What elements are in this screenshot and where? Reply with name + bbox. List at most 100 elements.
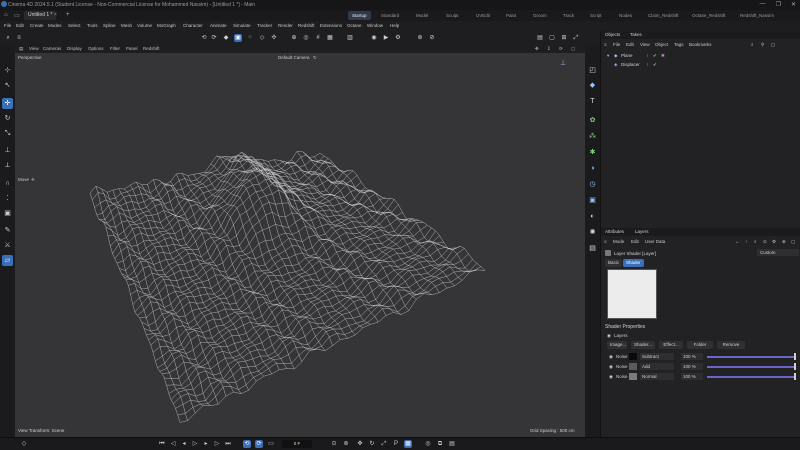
workspace-groom[interactable]: Groom bbox=[533, 11, 547, 20]
layer-visibility-icon[interactable]: ◉ bbox=[609, 374, 613, 380]
knife-icon[interactable]: ⚔ bbox=[2, 240, 13, 251]
deformer-icon[interactable]: ◑ bbox=[587, 163, 598, 174]
fcurve-icon[interactable]: ◎ bbox=[424, 440, 432, 448]
objects-menu-bookmarks[interactable]: Bookmarks bbox=[689, 42, 712, 47]
keyframe-icon[interactable]: ◇ bbox=[20, 440, 28, 448]
menu-edit[interactable]: Edit bbox=[16, 23, 24, 28]
camera-tool-icon[interactable]: ◰ bbox=[587, 65, 598, 76]
blend-mode-dropdown[interactable]: Add bbox=[640, 363, 674, 370]
object-row-displacer[interactable]: ◈ Displacer ⁝ ✔ bbox=[607, 61, 797, 69]
workspace-model[interactable]: Model bbox=[416, 11, 428, 20]
menu-extensions[interactable]: Extensions bbox=[320, 23, 342, 28]
next-key-icon[interactable]: ▷ bbox=[213, 440, 221, 448]
next-frame-icon[interactable]: ▸ bbox=[202, 440, 210, 448]
home-icon[interactable]: ⌂ bbox=[4, 12, 8, 18]
menu-octane[interactable]: Octane bbox=[347, 23, 362, 28]
key-position-icon[interactable]: ✥ bbox=[356, 440, 364, 448]
slider-knob[interactable] bbox=[794, 373, 796, 380]
objects-menu-edit[interactable]: Edit bbox=[626, 42, 634, 47]
objects-search-icon[interactable]: ⌕ bbox=[751, 42, 754, 47]
search-icon[interactable]: ⌕ bbox=[4, 34, 12, 42]
cube-primitive-icon[interactable]: ◆ bbox=[587, 80, 598, 91]
lock-icon[interactable]: ⊕ bbox=[290, 34, 298, 42]
zoom-view-icon[interactable]: ↧ bbox=[547, 46, 551, 52]
coordinate-system-icon[interactable]: ⊥ bbox=[2, 145, 13, 156]
move-tool-icon[interactable]: ✛ bbox=[2, 98, 13, 109]
back-arrow-icon[interactable]: ← bbox=[735, 239, 740, 244]
key-rotation-icon[interactable]: ↻ bbox=[368, 440, 376, 448]
spline-icon[interactable]: ◷ bbox=[587, 179, 598, 190]
workspace-track[interactable]: Track bbox=[563, 11, 574, 20]
menu-redshift[interactable]: Redshift bbox=[298, 23, 315, 28]
light-icon[interactable]: ✺ bbox=[587, 227, 598, 238]
object-name[interactable]: Displacer bbox=[621, 62, 640, 67]
workspace-uvedit[interactable]: UVEdit bbox=[476, 11, 490, 20]
prev-key-icon[interactable]: ◁ bbox=[169, 440, 177, 448]
rotate-view-icon[interactable]: ⟳ bbox=[559, 46, 563, 52]
render-region-icon[interactable]: ▥ bbox=[346, 34, 354, 42]
layer-row[interactable]: ◉ Noise Normal 100 % bbox=[607, 372, 797, 381]
object-row-plane[interactable]: ▾ ◆ Plane ⁝ ✔ ✱ bbox=[607, 52, 797, 60]
tab-takes[interactable]: Takes bbox=[630, 32, 642, 37]
tag-icon[interactable]: ✱ bbox=[661, 53, 665, 59]
prev-frame-icon[interactable]: ◂ bbox=[180, 440, 188, 448]
menu-help[interactable]: Help bbox=[390, 23, 399, 28]
redshift-icon[interactable]: ⊘ bbox=[428, 34, 436, 42]
remove-button[interactable]: Remove bbox=[717, 341, 745, 349]
menu-mesh[interactable]: Mesh bbox=[121, 23, 132, 28]
opacity-slider[interactable] bbox=[707, 366, 795, 368]
layer-row[interactable]: ◉ Noise Subtract 100 % bbox=[607, 352, 797, 361]
layer-visibility-icon[interactable]: ◉ bbox=[609, 364, 613, 370]
cube-icon[interactable]: ◆ bbox=[222, 34, 230, 42]
visibility-icon[interactable]: ⁝ bbox=[647, 53, 648, 59]
axis-mode-icon[interactable]: ⟂ bbox=[2, 160, 13, 171]
render-settings-icon[interactable]: ⚙ bbox=[394, 34, 402, 42]
tab-objects[interactable]: Objects bbox=[605, 32, 620, 37]
workspace-nodes[interactable]: Nodes bbox=[619, 11, 632, 20]
fullscreen-icon[interactable]: ⤢ bbox=[572, 34, 580, 42]
menu-select[interactable]: Select bbox=[68, 23, 81, 28]
layers-eye-icon[interactable]: ◉ bbox=[607, 333, 611, 339]
move-view-icon[interactable]: ✥ bbox=[535, 46, 539, 52]
list-icon[interactable]: ≡ bbox=[15, 34, 23, 42]
blend-mode-dropdown[interactable]: Subtract bbox=[640, 353, 674, 360]
workplane-tool-icon[interactable]: ▱ bbox=[2, 255, 13, 266]
lock-panel-icon[interactable]: ⊙ bbox=[763, 239, 767, 245]
timeline-settings-icon[interactable]: ▭ bbox=[267, 440, 275, 448]
expand-icon[interactable]: ▾ bbox=[607, 53, 609, 59]
layer-swatch[interactable] bbox=[629, 373, 637, 380]
opacity-slider[interactable] bbox=[707, 376, 795, 378]
subtab-shader[interactable]: Shader bbox=[623, 259, 644, 267]
layer-row[interactable]: ◉ Noise Add 100 % bbox=[607, 362, 797, 371]
opacity-slider[interactable] bbox=[707, 356, 795, 358]
rotate-tool-icon[interactable]: ↻ bbox=[2, 113, 13, 124]
menu-modes[interactable]: Modes bbox=[48, 23, 62, 28]
menu-mograph[interactable]: MoGraph bbox=[157, 23, 176, 28]
layer-swatch[interactable] bbox=[629, 353, 637, 360]
enabled-check-icon[interactable]: ✔ bbox=[653, 53, 657, 59]
objects-new-window-icon[interactable]: ▢ bbox=[771, 42, 775, 48]
mode-dropdown[interactable]: Custom bbox=[757, 249, 799, 256]
image-button[interactable]: Image... bbox=[607, 341, 627, 349]
folder-button[interactable]: Folder bbox=[687, 341, 713, 349]
octane-icon[interactable]: ⊛ bbox=[416, 34, 424, 42]
workspace-paint[interactable]: Paint bbox=[506, 11, 516, 20]
shader-button[interactable]: Shader... bbox=[631, 341, 655, 349]
model-mode-icon[interactable]: ▣ bbox=[234, 34, 242, 42]
workspace-redshift-nassim[interactable]: Redshift_Nassim bbox=[740, 11, 774, 20]
document-tab[interactable]: Untitled 1 * bbox=[24, 11, 57, 20]
effect-button[interactable]: Effect... bbox=[659, 341, 683, 349]
text-icon[interactable]: T bbox=[587, 96, 598, 107]
visibility-icon[interactable]: ⁝ bbox=[647, 62, 648, 68]
sky-icon[interactable]: ◐ bbox=[587, 211, 598, 222]
dopesheet-icon[interactable]: ▤ bbox=[448, 440, 456, 448]
viewport-3d[interactable]: Perspective Default Camera ↻ Move ✛ ⊥ bbox=[15, 53, 585, 437]
menu-spline[interactable]: Spline bbox=[103, 23, 116, 28]
maximize-view-icon[interactable]: ▢ bbox=[571, 46, 575, 52]
record-icon[interactable]: ⊙ bbox=[330, 440, 338, 448]
tab-attributes[interactable]: Attributes bbox=[605, 229, 624, 234]
cloner-icon[interactable]: ⁂ bbox=[587, 131, 598, 142]
workspace-claim-redshift[interactable]: Claim_Redshift bbox=[648, 11, 679, 20]
record-active-icon[interactable]: ⊚ bbox=[342, 440, 350, 448]
workplane-icon[interactable]: ▦ bbox=[326, 34, 334, 42]
